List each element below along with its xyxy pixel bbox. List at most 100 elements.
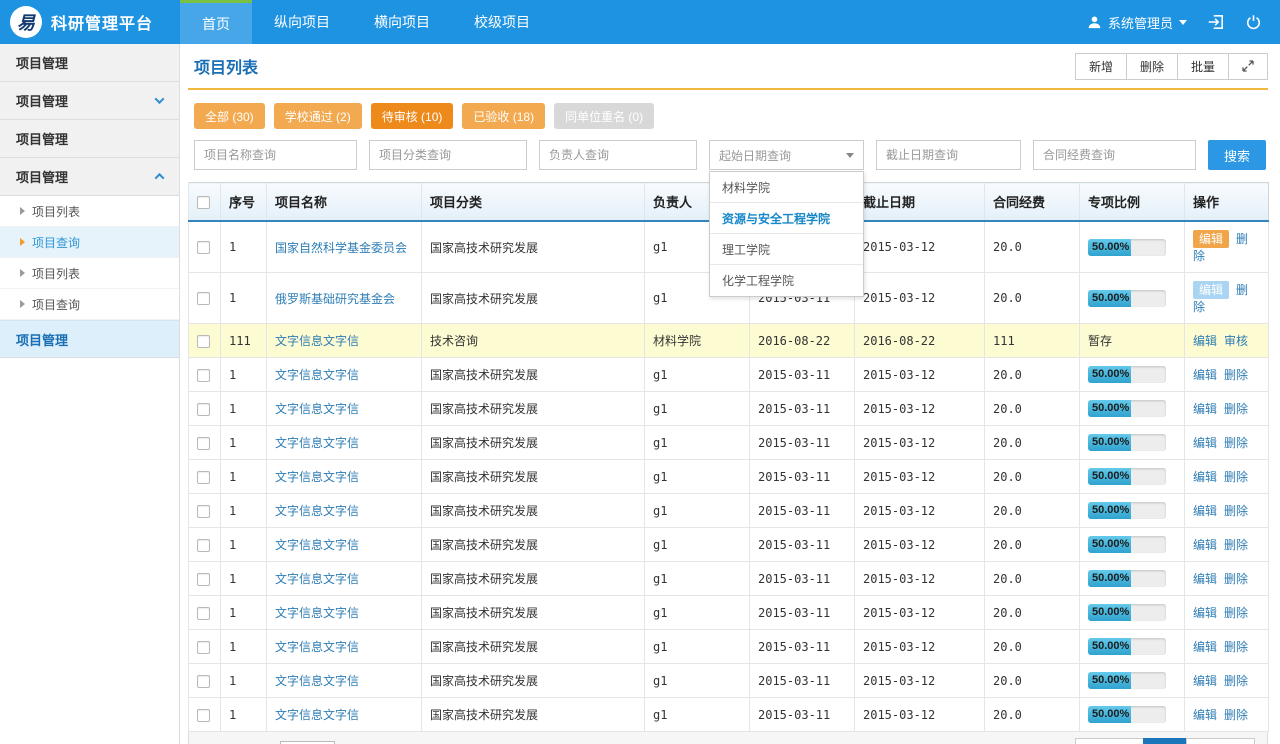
filter-tab-4[interactable]: 已验收 (18) — [462, 103, 545, 129]
nav-item-3[interactable]: 横向项目 — [352, 0, 452, 44]
toolbar-button-3[interactable]: 批量 — [1177, 53, 1229, 80]
project-name-link[interactable]: 文字信息文字信 — [275, 708, 359, 722]
app-logo-icon: 易 — [10, 6, 42, 38]
row-action-1[interactable]: 编辑 — [1193, 674, 1217, 688]
filter-tab-2[interactable]: 学校通过 (2) — [274, 103, 362, 129]
power-icon[interactable] — [1245, 14, 1262, 31]
project-name-link[interactable]: 国家自然科学基金委员会 — [275, 241, 407, 255]
row-action-1[interactable]: 编辑 — [1193, 334, 1217, 348]
page-size-select[interactable]: 10 — [280, 741, 334, 744]
project-name-link[interactable]: 文字信息文字信 — [275, 368, 359, 382]
category-search-input[interactable] — [369, 140, 527, 170]
nav-item-4[interactable]: 校级项目 — [452, 0, 552, 44]
fund-search-input[interactable] — [1033, 140, 1196, 170]
project-name-link[interactable]: 文字信息文字信 — [275, 606, 359, 620]
start-date-select[interactable]: 起始日期查询 — [709, 140, 864, 170]
project-name-link[interactable]: 文字信息文字信 — [275, 334, 359, 348]
row-checkbox[interactable] — [197, 641, 210, 654]
filter-tab-1[interactable]: 全部 (30) — [194, 103, 265, 129]
row-checkbox[interactable] — [197, 709, 210, 722]
row-action-2[interactable]: 删除 — [1224, 640, 1248, 654]
project-name-link[interactable]: 文字信息文字信 — [275, 572, 359, 586]
toolbar-button-1[interactable]: 新增 — [1075, 53, 1127, 80]
sidebar-subitem-8[interactable]: 项目查询 — [0, 289, 179, 320]
project-name-link[interactable]: 文字信息文字信 — [275, 538, 359, 552]
row-checkbox[interactable] — [197, 573, 210, 586]
project-name-link[interactable]: 文字信息文字信 — [275, 436, 359, 450]
expand-icon-button[interactable] — [1228, 53, 1268, 80]
project-name-link[interactable]: 文字信息文字信 — [275, 674, 359, 688]
row-action-1[interactable]: 编辑 — [1193, 708, 1217, 722]
row-action-2[interactable]: 删除 — [1224, 572, 1248, 586]
row-action-1[interactable]: 编辑 — [1193, 640, 1217, 654]
current-page-button[interactable]: 1 — [1143, 738, 1187, 744]
row-action-2[interactable]: 审核 — [1224, 334, 1248, 348]
row-action-2[interactable]: 删除 — [1224, 606, 1248, 620]
sidebar-item-1[interactable]: 项目管理 — [0, 44, 179, 82]
sidebar-item-3[interactable]: 项目管理 — [0, 120, 179, 158]
project-name-link[interactable]: 文字信息文字信 — [275, 504, 359, 518]
row-action-1[interactable]: 编辑 — [1193, 470, 1217, 484]
row-action-2[interactable]: 删除 — [1224, 402, 1248, 416]
row-checkbox[interactable] — [197, 403, 210, 416]
table-row: 1文字信息文字信国家高技术研究发展g12015-03-112015-03-122… — [189, 358, 1269, 392]
cell-checkbox — [189, 630, 221, 664]
sidebar-item-2[interactable]: 项目管理 — [0, 82, 179, 120]
row-action-2[interactable]: 删除 — [1224, 708, 1248, 722]
project-name-link[interactable]: 文字信息文字信 — [275, 640, 359, 654]
leader-search-input[interactable] — [539, 140, 697, 170]
row-action-1[interactable]: 编辑 — [1193, 538, 1217, 552]
row-checkbox[interactable] — [197, 292, 210, 305]
search-button[interactable]: 搜索 — [1208, 140, 1266, 170]
dropdown-item-3[interactable]: 理工学院 — [710, 234, 863, 265]
export-icon[interactable] — [1207, 13, 1225, 31]
row-checkbox[interactable] — [197, 607, 210, 620]
row-action-1[interactable]: 编辑 — [1193, 572, 1217, 586]
project-name-link[interactable]: 文字信息文字信 — [275, 402, 359, 416]
row-action-1[interactable]: 编辑 — [1193, 402, 1217, 416]
row-action-2[interactable]: 删除 — [1224, 368, 1248, 382]
row-action-1[interactable]: 编辑 — [1193, 504, 1217, 518]
sidebar-subitem-5[interactable]: 项目列表 — [0, 196, 179, 227]
sidebar-item-9[interactable]: 项目管理 — [0, 320, 179, 358]
row-action-2[interactable]: 删除 — [1224, 470, 1248, 484]
row-action-2[interactable]: 删除 — [1224, 504, 1248, 518]
row-checkbox[interactable] — [197, 369, 210, 382]
sidebar-subitem-6[interactable]: 项目查询 — [0, 227, 179, 258]
user-menu[interactable]: 系统管理员 — [1087, 13, 1187, 32]
row-checkbox[interactable] — [197, 471, 210, 484]
nav-item-2[interactable]: 纵向项目 — [252, 0, 352, 44]
project-name-link[interactable]: 文字信息文字信 — [275, 470, 359, 484]
row-action-1[interactable]: 编辑 — [1193, 230, 1229, 248]
row-checkbox[interactable] — [197, 539, 210, 552]
cell-project-name: 文字信息文字信 — [267, 324, 422, 358]
prev-page-button[interactable]: 上一页 — [1075, 738, 1144, 744]
filter-tab-5[interactable]: 同单位重名 (0) — [554, 103, 654, 129]
row-checkbox[interactable] — [197, 437, 210, 450]
dropdown-item-2[interactable]: 资源与安全工程学院 — [710, 203, 863, 234]
nav-item-1[interactable]: 首页 — [180, 0, 252, 44]
dropdown-item-1[interactable]: 材料学院 — [710, 172, 863, 203]
sidebar-item-4[interactable]: 项目管理 — [0, 158, 179, 196]
row-checkbox[interactable] — [197, 675, 210, 688]
cell-leader: g1 — [645, 698, 750, 732]
select-all-checkbox[interactable] — [197, 196, 210, 209]
project-name-link[interactable]: 俄罗斯基础研究基金会 — [275, 292, 395, 306]
row-action-2[interactable]: 删除 — [1224, 674, 1248, 688]
filter-tab-3[interactable]: 待审核 (10) — [371, 103, 454, 129]
end-search-input[interactable] — [876, 140, 1021, 170]
row-checkbox[interactable] — [197, 505, 210, 518]
dropdown-item-4[interactable]: 化学工程学院 — [710, 265, 863, 296]
name-search-input[interactable] — [194, 140, 357, 170]
row-checkbox[interactable] — [197, 335, 210, 348]
row-action-1[interactable]: 编辑 — [1193, 281, 1229, 299]
row-action-1[interactable]: 编辑 — [1193, 368, 1217, 382]
row-action-1[interactable]: 编辑 — [1193, 436, 1217, 450]
toolbar-button-2[interactable]: 删除 — [1126, 53, 1178, 80]
row-action-2[interactable]: 删除 — [1224, 538, 1248, 552]
next-page-button[interactable]: 下一页 — [1186, 738, 1255, 744]
row-action-2[interactable]: 删除 — [1224, 436, 1248, 450]
row-action-1[interactable]: 编辑 — [1193, 606, 1217, 620]
sidebar-subitem-7[interactable]: 项目列表 — [0, 258, 179, 289]
row-checkbox[interactable] — [197, 241, 210, 254]
